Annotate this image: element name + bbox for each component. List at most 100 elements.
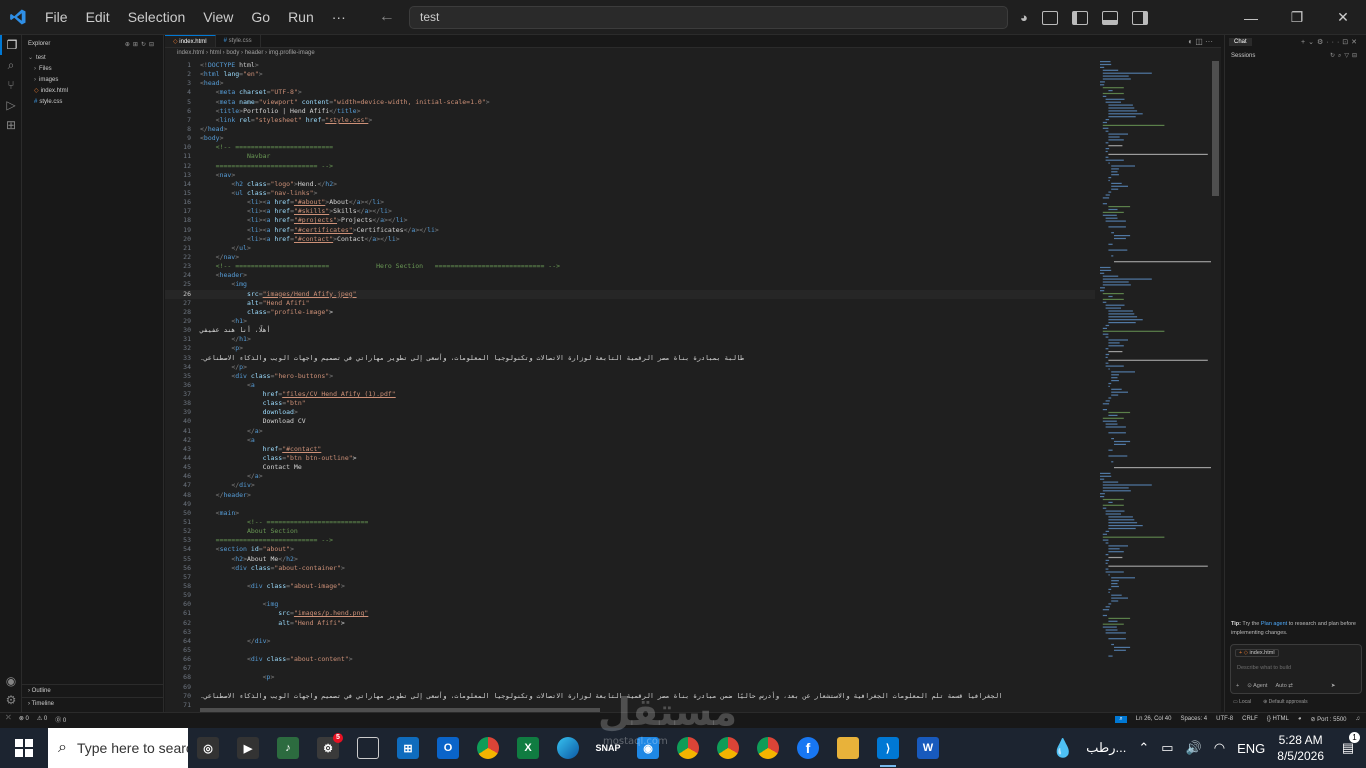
code-line[interactable]: 26 src="images/Hend Afify.jpeg" bbox=[165, 289, 1095, 299]
code-line[interactable]: 21 </ul> bbox=[165, 244, 1095, 253]
minimize-button[interactable]: — bbox=[1228, 0, 1274, 35]
restore-button[interactable]: ❐ bbox=[1274, 0, 1320, 35]
menu-edit[interactable]: Edit bbox=[77, 0, 119, 35]
back-arrow-icon[interactable]: ← bbox=[379, 8, 395, 26]
code-line[interactable]: 43 href="#contact" bbox=[165, 445, 1095, 454]
model-picker[interactable]: Auto ⇄ bbox=[1275, 683, 1292, 689]
menu-more[interactable]: ··· bbox=[323, 0, 355, 35]
task-view-app[interactable] bbox=[348, 728, 388, 768]
code-line[interactable]: 10 <!-- ========================= bbox=[165, 143, 1095, 152]
context-chip[interactable]: + ◇ index.html bbox=[1235, 649, 1279, 657]
code-line[interactable]: 13 <nav> bbox=[165, 171, 1095, 180]
plan-agent-link[interactable]: Plan agent bbox=[1261, 621, 1287, 627]
encoding[interactable]: UTF-8 bbox=[1216, 716, 1233, 722]
menu-file[interactable]: File bbox=[36, 0, 77, 35]
run-debug-icon[interactable]: ▷ bbox=[0, 95, 22, 115]
code-line[interactable]: 19 <li><a href="#certificates">Certifica… bbox=[165, 226, 1095, 235]
code-line[interactable]: 23 <!-- ======================== Hero Se… bbox=[165, 262, 1095, 271]
toggle-panel-icon[interactable] bbox=[1101, 10, 1118, 25]
weather-icon[interactable]: 💧 bbox=[1046, 738, 1080, 759]
screenshot-app[interactable]: ◉ bbox=[628, 728, 668, 768]
sessions-actions[interactable]: ↻⌕▽⊟ bbox=[1330, 49, 1366, 63]
code-line[interactable]: 17 <li><a href="#skills">Skills</a></li> bbox=[165, 207, 1095, 216]
code-line[interactable]: 27 alt="Hend Afifi" bbox=[165, 299, 1095, 308]
snap-app[interactable]: SNAP bbox=[588, 728, 628, 768]
code-line[interactable]: 18 <li><a href="#projects">Projects</a><… bbox=[165, 216, 1095, 225]
code-line[interactable]: 68 <p> bbox=[165, 673, 1095, 682]
code-line[interactable]: 32 <p> bbox=[165, 344, 1095, 353]
code-line[interactable]: 34 </p> bbox=[165, 363, 1095, 372]
menu-run[interactable]: Run bbox=[279, 0, 323, 35]
search-icon[interactable]: ⌕ bbox=[0, 55, 22, 75]
language-mode[interactable]: {} HTML bbox=[1267, 716, 1289, 722]
code-line[interactable]: 47 </div> bbox=[165, 481, 1095, 490]
outline-section[interactable]: › Outline bbox=[22, 684, 163, 696]
explorer-actions[interactable]: ⊕⊞↻⊟ bbox=[125, 41, 163, 48]
code-line[interactable]: 41 </a> bbox=[165, 427, 1095, 436]
wifi-icon[interactable]: ◠ bbox=[1208, 740, 1231, 756]
tree-item-files[interactable]: › Files bbox=[22, 64, 163, 75]
code-line[interactable]: 36 <a bbox=[165, 381, 1095, 390]
code-line[interactable]: 7 <link rel="stylesheet" href="style.css… bbox=[165, 116, 1095, 125]
vertical-scrollbar[interactable] bbox=[1212, 61, 1219, 701]
tab-index-html[interactable]: ◇ index.html bbox=[165, 35, 216, 47]
code-line[interactable]: 61 src="images/p.hend.png" bbox=[165, 609, 1095, 618]
info-status[interactable]: ⓪ 0 bbox=[55, 715, 66, 724]
code-line[interactable]: 54 <section id="about"> bbox=[165, 545, 1095, 554]
menu-go[interactable]: Go bbox=[242, 0, 279, 35]
chrome-app-3[interactable] bbox=[708, 728, 748, 768]
code-line[interactable]: 3 <head> bbox=[165, 79, 1095, 88]
code-line[interactable]: 37 href="files/CV Hend Afify (1).pdf" bbox=[165, 390, 1095, 399]
code-line[interactable]: 40 Download CV bbox=[165, 417, 1095, 426]
code-line[interactable]: 48 </header> bbox=[165, 491, 1095, 500]
tree-item-style-css[interactable]: # style.css bbox=[22, 97, 163, 108]
code-line[interactable]: 62 alt="Hend Afifi"> bbox=[165, 619, 1095, 628]
code-line[interactable]: 15 <ul class="nav-links"> bbox=[165, 189, 1095, 198]
extensions-icon[interactable]: ⊞ bbox=[0, 115, 22, 135]
copilot-icon[interactable]: ◕ bbox=[1020, 10, 1028, 25]
chrome-app-1[interactable] bbox=[468, 728, 508, 768]
code-line[interactable]: 9 <body> bbox=[165, 134, 1095, 143]
taskbar-search[interactable]: ⌕ Type here to search bbox=[48, 728, 188, 768]
code-line[interactable]: 22 </nav> bbox=[165, 253, 1095, 262]
start-button[interactable] bbox=[0, 728, 48, 768]
chat-actions[interactable]: +⌄⚙···⊡✕ bbox=[1301, 38, 1366, 46]
code-line[interactable]: 28 class="profile-image"> bbox=[165, 308, 1095, 317]
command-center[interactable]: test bbox=[409, 6, 1008, 29]
code-line[interactable]: 63 bbox=[165, 628, 1095, 637]
chat-input-box[interactable]: + ◇ index.html Describe what to build + … bbox=[1230, 644, 1362, 694]
tree-item-images[interactable]: › images bbox=[22, 75, 163, 86]
code-line[interactable]: 6 <title>Portfolio | Hend Afifi</title> bbox=[165, 107, 1095, 116]
menu-selection[interactable]: Selection bbox=[119, 0, 195, 35]
code-line[interactable]: 56 <div class="about-container"> bbox=[165, 564, 1095, 573]
warnings-status[interactable]: ⚠ 0 bbox=[37, 715, 47, 724]
code-line[interactable]: 14 <h2 class="logo">Hend.</h2> bbox=[165, 180, 1095, 189]
live-server-port[interactable]: ⊘ Port : 5500 bbox=[1310, 716, 1346, 723]
weather-text[interactable]: رطب... bbox=[1080, 740, 1132, 756]
file-explorer-app[interactable] bbox=[828, 728, 868, 768]
mic-app[interactable]: ♪ bbox=[268, 728, 308, 768]
facebook-app[interactable]: f bbox=[788, 728, 828, 768]
account-icon[interactable]: ◉ bbox=[0, 671, 22, 691]
send-icon[interactable]: ➤ bbox=[1331, 683, 1336, 689]
settings-app[interactable]: ⚙ 5 bbox=[308, 728, 348, 768]
code-line[interactable]: 4 <meta charset="UTF-8"> bbox=[165, 88, 1095, 97]
tab-style-css[interactable]: # style.css bbox=[216, 35, 261, 47]
agent-picker[interactable]: ⊙ Agent bbox=[1247, 683, 1267, 689]
store-app[interactable]: ⊞ bbox=[388, 728, 428, 768]
attach-icon[interactable]: + bbox=[1236, 683, 1239, 689]
excel-app[interactable]: X bbox=[508, 728, 548, 768]
close-button[interactable]: ✕ bbox=[1320, 0, 1366, 35]
tab-chat[interactable]: Chat bbox=[1229, 38, 1252, 46]
zoom-icon[interactable]: ⌕ bbox=[1115, 715, 1127, 723]
code-line[interactable]: 65 bbox=[165, 646, 1095, 655]
toggle-sidebar-icon[interactable] bbox=[1071, 10, 1088, 25]
code-line[interactable]: 66 <div class="about-content"> bbox=[165, 655, 1095, 664]
editor-actions[interactable]: ◐ ◫ ··· bbox=[1188, 35, 1221, 47]
code-line[interactable]: 55 <h2>About Me</h2> bbox=[165, 555, 1095, 564]
explorer-icon[interactable]: ❐ bbox=[0, 35, 22, 55]
code-line[interactable]: 50 <main> bbox=[165, 509, 1095, 518]
code-line[interactable]: 11 Navbar bbox=[165, 152, 1095, 161]
code-line[interactable]: 52 About Section bbox=[165, 527, 1095, 536]
code-line[interactable]: 67 bbox=[165, 664, 1095, 673]
